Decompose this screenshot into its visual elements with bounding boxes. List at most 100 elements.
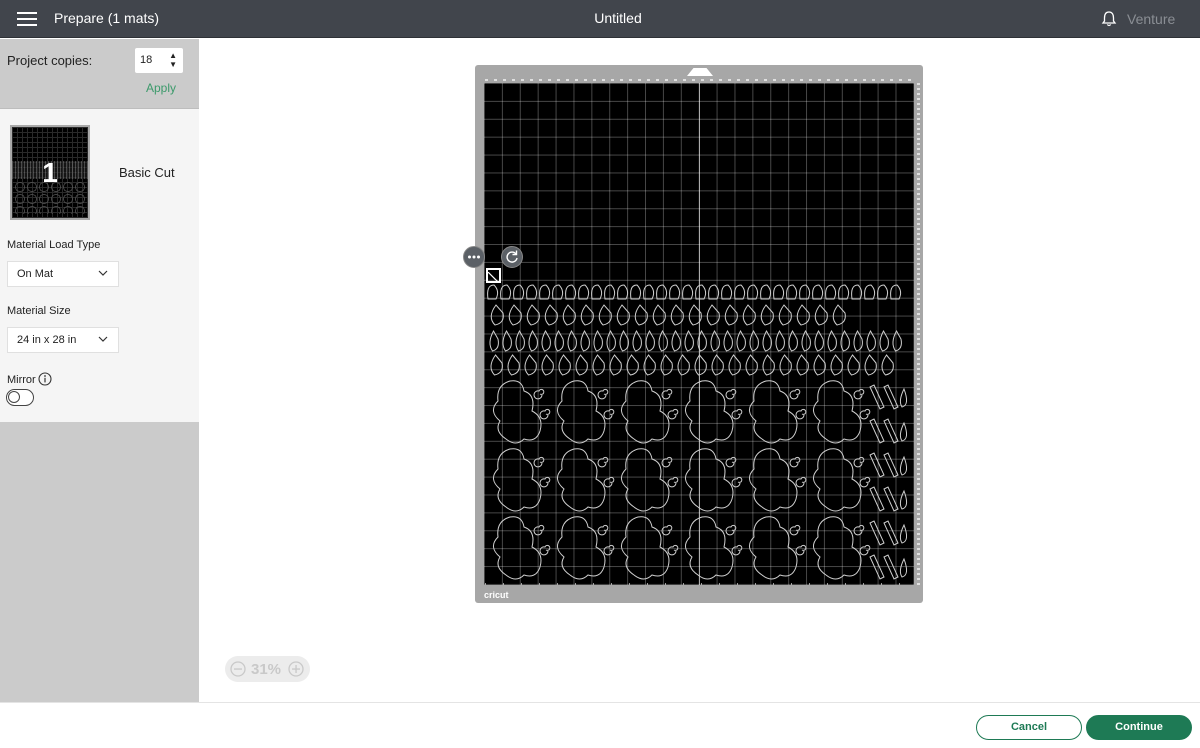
teardrop-shape [626, 354, 639, 376]
teardrop-shape [813, 354, 826, 376]
leaf-shape [883, 486, 899, 512]
apply-button[interactable]: Apply [146, 81, 176, 95]
project-copies-label: Project copies: [7, 53, 93, 68]
teardrop-shape [652, 304, 666, 326]
info-icon[interactable] [38, 372, 52, 386]
document-title: Untitled [594, 10, 642, 26]
sidebar: Project copies: 18 ▲ ▼ Apply 1 Basic Cut … [0, 39, 199, 702]
swirl-shape [725, 524, 737, 536]
petal-shape [604, 284, 616, 300]
mat-thumbnail[interactable]: 1 [10, 125, 90, 220]
teardrop-shape [544, 304, 558, 326]
teardrop-shape [526, 304, 540, 326]
mat-brand-logo: cricut [484, 590, 509, 600]
teardrop-shape [830, 354, 843, 376]
petal-shape [708, 284, 720, 300]
project-copies-panel: Project copies: 18 ▲ ▼ Apply [0, 39, 199, 109]
petal-shape [578, 284, 590, 300]
swirl-shape [853, 456, 865, 468]
zoom-in-icon[interactable] [288, 661, 304, 677]
petal-shape [591, 284, 603, 300]
more-options-button[interactable] [463, 246, 485, 268]
swirl-shape [603, 544, 615, 556]
teardrop-shape [562, 304, 576, 326]
teardrop-shape [489, 329, 499, 352]
swirl-shape [539, 476, 551, 488]
teardrop-shape [853, 329, 863, 352]
swirl-shape [667, 408, 679, 420]
teardrop-shape [697, 329, 707, 352]
swirl-shape [725, 456, 737, 468]
teardrop-shape [762, 329, 772, 352]
swirl-shape [667, 476, 679, 488]
teardrop-shape [660, 354, 673, 376]
petal-shape [734, 284, 746, 300]
teardrop-shape [541, 329, 551, 352]
teardrop-shape [688, 304, 702, 326]
teardrop-shape [796, 304, 810, 326]
teardrop-shape [881, 354, 894, 376]
petal-shape [721, 284, 733, 300]
design-shapes[interactable] [484, 83, 914, 585]
flower-shape [493, 380, 542, 444]
teardrop-shape [490, 354, 503, 376]
stepper-arrows-icon[interactable]: ▲ ▼ [169, 51, 177, 69]
teardrop-shape [490, 304, 504, 326]
teardrop-shape [619, 329, 629, 352]
swirl-shape [533, 456, 545, 468]
material-load-type-value: On Mat [17, 268, 54, 280]
rotate-icon [506, 250, 518, 263]
teardrop-shape [507, 354, 520, 376]
teardrop-shape [580, 304, 594, 326]
petal-shape [825, 284, 837, 300]
swirl-shape [661, 524, 673, 536]
teardrop-shape [724, 304, 738, 326]
mirror-toggle[interactable] [6, 389, 34, 406]
leaf-shape [869, 486, 885, 512]
zoom-control: 31% [225, 656, 310, 682]
teardrop-shape [567, 329, 577, 352]
teardrop-shape [670, 304, 684, 326]
teardrop-shape [580, 329, 590, 352]
zoom-out-icon[interactable] [230, 661, 246, 677]
leaf-shape [883, 452, 899, 478]
teardrop-shape [710, 329, 720, 352]
footer: Cancel Continue [0, 702, 1200, 748]
rotate-button[interactable] [501, 246, 523, 268]
petal-shape [656, 284, 668, 300]
mat-list: 1 Basic Cut Material Load Type On Mat Ma… [0, 109, 199, 422]
leaf-shape [869, 384, 885, 410]
continue-button[interactable]: Continue [1086, 715, 1192, 740]
teardrop-shape [684, 329, 694, 352]
project-copies-input[interactable]: 18 ▲ ▼ [135, 48, 183, 73]
material-load-type-label: Material Load Type [7, 239, 101, 251]
teardrop-shape [728, 354, 741, 376]
swirl-shape [731, 544, 743, 556]
mat-grid [484, 83, 914, 585]
teardrop-shape [742, 304, 756, 326]
top-bar: Prepare (1 mats) Untitled Venture [0, 0, 1200, 38]
leaf-shape [869, 418, 885, 444]
chevron-down-icon [98, 270, 108, 276]
chevron-down-icon [98, 336, 108, 342]
more-dots-icon [468, 255, 480, 259]
swirl-shape [859, 408, 871, 420]
teardrop-shape [827, 329, 837, 352]
user-name[interactable]: Venture [1127, 11, 1175, 27]
swirl-shape [725, 388, 737, 400]
project-copies-value[interactable]: 18 [140, 54, 152, 66]
petal-shape [890, 284, 902, 300]
cancel-button[interactable]: Cancel [976, 715, 1082, 740]
teardrop-shape [814, 329, 824, 352]
petal-shape [565, 284, 577, 300]
leaf-shape [869, 554, 885, 580]
resize-handle-icon [487, 271, 500, 284]
bell-icon[interactable] [1100, 10, 1118, 28]
drop-shape [899, 489, 908, 510]
leaf-shape [869, 452, 885, 478]
teardrop-shape [847, 354, 860, 376]
material-size-select[interactable]: 24 in x 28 in [7, 327, 119, 353]
selection-handle[interactable] [486, 268, 501, 284]
material-load-type-select[interactable]: On Mat [7, 261, 119, 287]
flower-shape [813, 516, 862, 580]
